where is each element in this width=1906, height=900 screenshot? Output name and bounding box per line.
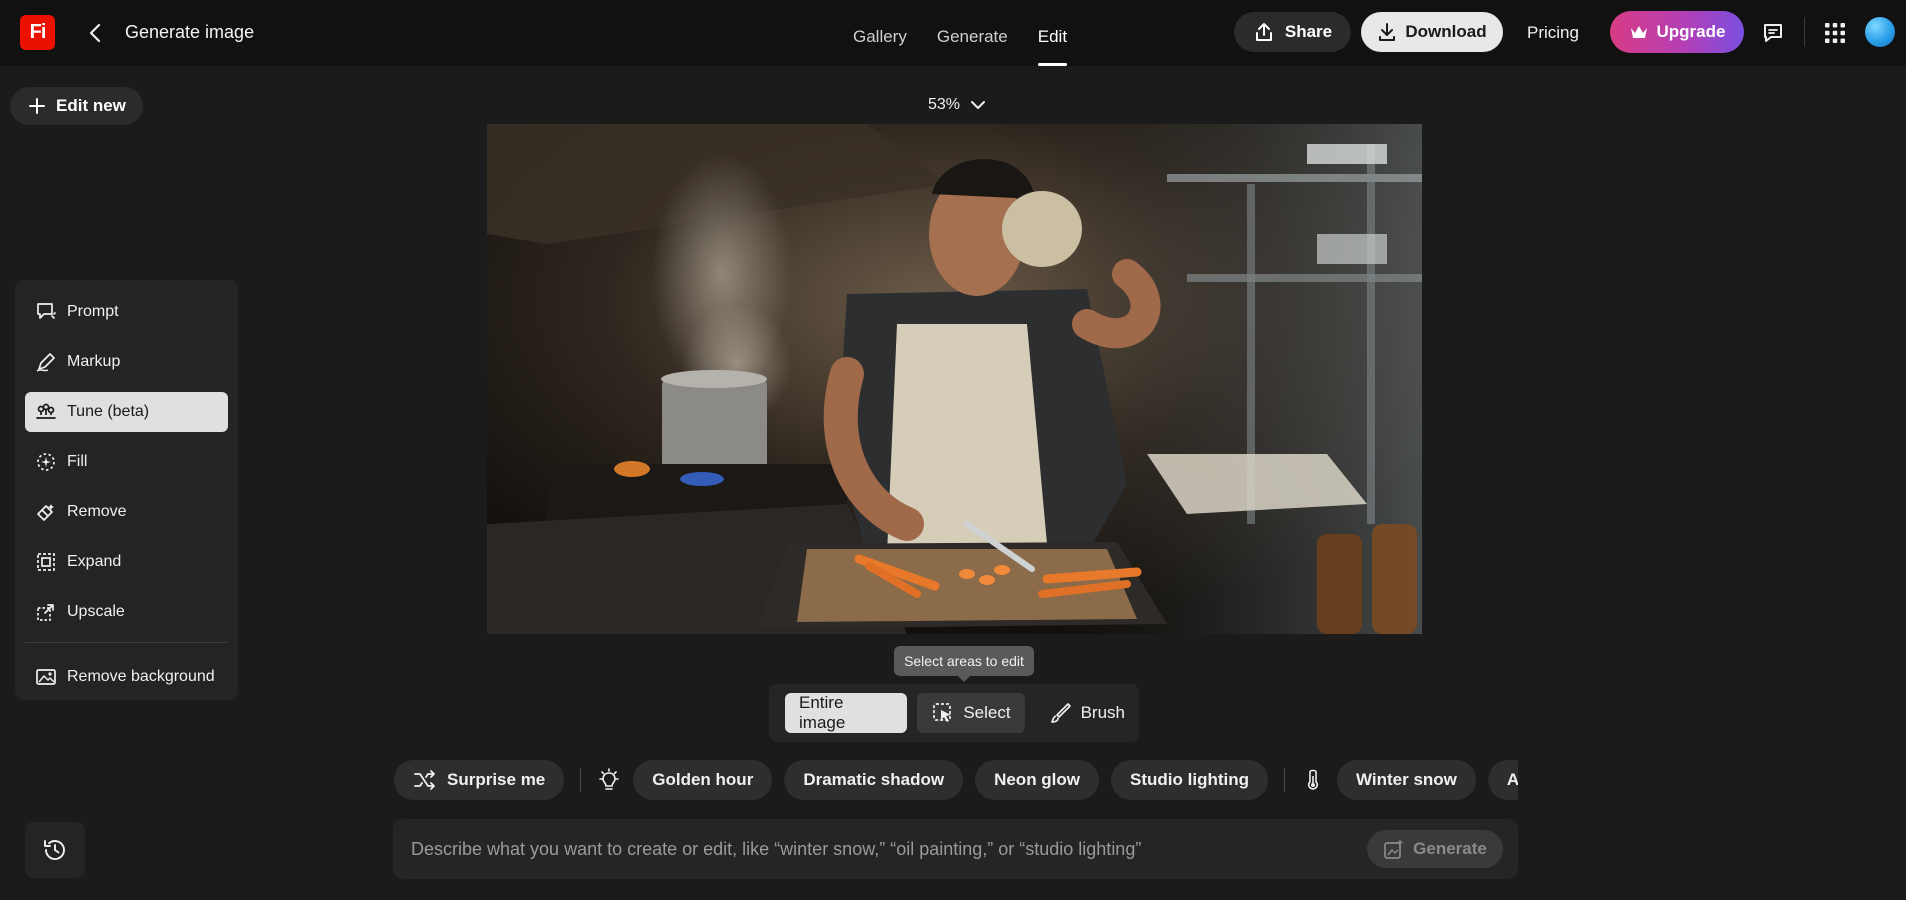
chip-divider	[580, 768, 582, 792]
lighting-group	[597, 768, 621, 792]
generate-icon	[1384, 839, 1404, 859]
brush-button[interactable]: Brush	[1035, 693, 1139, 733]
tool-label: Markup	[67, 353, 121, 370]
chip-divider	[1284, 768, 1285, 792]
chip-golden-hour[interactable]: Golden hour	[633, 760, 773, 800]
markup-icon	[36, 353, 55, 372]
prompt-bar: Generate	[393, 819, 1518, 879]
back-button[interactable]	[82, 20, 108, 46]
top-bar: Fi Generate image Gallery Generate Edit …	[0, 0, 1906, 66]
selection-toolbar: Entire image Select Brush	[769, 684, 1139, 742]
zoom-dropdown[interactable]: 53%	[928, 96, 986, 114]
tool-label: Fill	[67, 453, 88, 470]
tune-icon	[36, 403, 56, 419]
history-icon	[44, 840, 65, 860]
tab-gallery[interactable]: Gallery	[853, 0, 907, 66]
select-tooltip: Select areas to edit	[894, 646, 1034, 682]
crown-icon	[1630, 26, 1647, 38]
expand-icon	[37, 553, 55, 571]
avatar[interactable]	[1865, 17, 1895, 47]
select-button[interactable]: Select	[917, 693, 1025, 733]
tool-fill[interactable]: Fill	[25, 442, 228, 482]
entire-image-label: Entire image	[799, 693, 846, 732]
select-icon	[933, 703, 952, 722]
entire-image-button[interactable]: Entire image	[785, 693, 908, 733]
upscale-icon	[37, 604, 54, 621]
page-title: Generate image	[125, 22, 255, 42]
upgrade-label: Upgrade	[1656, 22, 1726, 41]
tool-remove-background[interactable]: Remove background	[25, 657, 228, 697]
brush-icon	[1050, 703, 1071, 723]
zoom-value: 53%	[928, 96, 961, 113]
tool-label: Remove	[67, 503, 127, 520]
surprise-me-chip[interactable]: Surprise me	[394, 760, 565, 800]
edit-new-button[interactable]: Edit new	[10, 87, 143, 125]
download-icon	[1379, 23, 1396, 41]
prompt-input[interactable]	[411, 819, 1341, 879]
chip-winter-snow[interactable]: Winter snow	[1337, 760, 1476, 800]
app-logo[interactable]: Fi	[20, 15, 55, 50]
share-label: Share	[1284, 22, 1333, 41]
fill-icon	[37, 453, 55, 471]
tool-label: Tune (beta)	[67, 403, 150, 420]
tool-tune[interactable]: Tune (beta)	[25, 392, 228, 432]
chip-label: Dramatic shadow	[803, 770, 945, 789]
remove-icon	[37, 504, 54, 521]
generate-button[interactable]: Generate	[1367, 830, 1503, 868]
tool-label: Upscale	[67, 603, 125, 620]
tool-divider	[25, 642, 228, 643]
upgrade-button[interactable]: Upgrade	[1610, 11, 1744, 53]
plus-icon	[29, 98, 45, 114]
prompt-icon	[37, 303, 56, 319]
kitchen-photo	[487, 124, 1422, 634]
header-divider	[1804, 17, 1805, 47]
chevron-left-icon	[89, 23, 101, 43]
chip-dramatic-shadow[interactable]: Dramatic shadow	[784, 760, 964, 800]
share-button[interactable]: Share	[1234, 12, 1351, 52]
surprise-me-label: Surprise me	[447, 770, 546, 789]
chevron-down-icon	[971, 101, 986, 109]
chip-label: Neon glow	[994, 770, 1081, 789]
tab-generate[interactable]: Generate	[937, 0, 1008, 66]
tool-prompt[interactable]: Prompt	[25, 292, 228, 332]
tool-label: Prompt	[67, 303, 119, 320]
canvas-image[interactable]	[487, 124, 1422, 634]
share-icon	[1255, 23, 1272, 41]
tool-label: Expand	[67, 553, 122, 570]
main-nav: Gallery Generate Edit	[853, 0, 1097, 66]
chip-autumn[interactable]: Autumn	[1487, 760, 1518, 800]
style-chips: Surprise me Golden hour Dramatic shadow …	[394, 760, 1518, 800]
chip-neon-glow[interactable]: Neon glow	[975, 760, 1100, 800]
download-button[interactable]: Download	[1361, 12, 1503, 52]
feedback-button[interactable]	[1758, 18, 1788, 48]
edit-new-label: Edit new	[56, 96, 126, 115]
chip-label: Studio lighting	[1130, 770, 1249, 789]
chip-label: Winter snow	[1356, 770, 1457, 789]
shuffle-icon	[414, 770, 435, 790]
tool-label: Remove background	[67, 668, 215, 685]
tool-upscale[interactable]: Upscale	[25, 592, 228, 632]
chip-label: Golden hour	[652, 770, 754, 789]
history-button[interactable]	[25, 822, 85, 878]
select-label: Select	[963, 703, 1011, 722]
lightbulb-icon	[599, 768, 620, 790]
weather-group	[1301, 768, 1325, 792]
chip-studio-lighting[interactable]: Studio lighting	[1111, 760, 1268, 800]
generate-label: Generate	[1413, 839, 1487, 858]
brush-label: Brush	[1080, 703, 1125, 722]
chip-label: Autumn	[1506, 770, 1518, 789]
pricing-link[interactable]: Pricing	[1527, 23, 1579, 43]
tool-expand[interactable]: Expand	[25, 542, 228, 582]
comment-icon	[1764, 24, 1782, 42]
remove-background-icon	[36, 669, 56, 685]
apps-button[interactable]	[1820, 18, 1850, 48]
tool-remove[interactable]: Remove	[25, 492, 228, 532]
apps-grid-icon	[1825, 23, 1845, 43]
tool-panel: Prompt Markup Tune (beta) Fill Remove Ex…	[15, 280, 238, 700]
tool-markup[interactable]: Markup	[25, 342, 228, 382]
thermometer-icon	[1307, 769, 1319, 790]
download-label: Download	[1405, 22, 1487, 41]
tab-edit[interactable]: Edit	[1037, 0, 1068, 66]
